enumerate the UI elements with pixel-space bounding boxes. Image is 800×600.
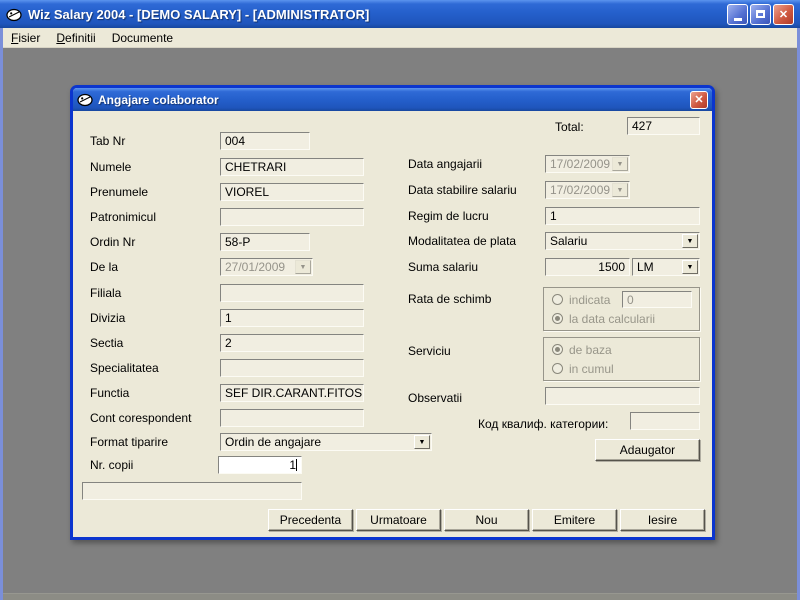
- cod-calificare-label: Код квалиф. категории:: [478, 417, 608, 431]
- data-angajarii-label: Data angajarii: [408, 157, 482, 171]
- filiala-label: Filiala: [90, 286, 121, 300]
- menu-definitii[interactable]: Definitii: [48, 29, 103, 47]
- dialog-icon: [77, 92, 93, 107]
- functia-label: Functia: [90, 386, 129, 400]
- iesire-button[interactable]: Iesire: [620, 509, 705, 531]
- window-titlebar: Wiz Salary 2004 - [DEMO SALARY] - [ADMIN…: [0, 0, 800, 28]
- observatii-field[interactable]: [545, 387, 700, 405]
- suma-salariu-field[interactable]: 1500: [545, 258, 630, 276]
- de-la-label: De la: [90, 260, 118, 274]
- prenumele-label: Prenumele: [90, 185, 148, 199]
- modalitate-plata-combobox[interactable]: Salariu ▼: [545, 232, 700, 250]
- emitere-button[interactable]: Emitere: [532, 509, 617, 531]
- in-cumul-radio-label: in cumul: [569, 362, 614, 376]
- specialitatea-label: Specialitatea: [90, 361, 159, 375]
- de-baza-radio: [552, 344, 563, 355]
- patronimicul-label: Patronimicul: [90, 210, 156, 224]
- dialog-close-icon: ✕: [694, 94, 703, 106]
- numele-label: Numele: [90, 160, 131, 174]
- numele-field[interactable]: CHETRARI: [220, 158, 364, 176]
- modalitate-plata-label: Modalitatea de plata: [408, 234, 516, 248]
- status-strip: [3, 593, 797, 600]
- filiala-field[interactable]: [220, 284, 364, 302]
- la-data-calcularii-radio: [552, 313, 563, 324]
- modalitate-plata-dropdown-icon[interactable]: ▼: [682, 234, 698, 248]
- indicata-value-field: 0: [622, 291, 692, 308]
- indicata-radio: [552, 294, 563, 305]
- data-stabilire-dropdown-icon: ▼: [612, 183, 628, 197]
- de-la-datepicker: 27/01/2009 ▼: [220, 258, 313, 276]
- patronimicul-field[interactable]: [220, 208, 364, 226]
- suma-salariu-label: Suma salariu: [408, 260, 478, 274]
- de-la-dropdown-icon: ▼: [295, 260, 311, 274]
- data-stabilire-label: Data stabilire salariu: [408, 183, 517, 197]
- prenumele-field[interactable]: VIOREL: [220, 183, 364, 201]
- serviciu-group: de baza in cumul: [543, 337, 700, 381]
- data-angajarii-dropdown-icon: ▼: [612, 157, 628, 171]
- menu-fisier[interactable]: Fisier: [3, 29, 48, 47]
- menu-bar: Fisier Definitii Documente: [3, 28, 797, 48]
- format-tiparire-label: Format tiparire: [90, 435, 168, 449]
- note-field: [82, 482, 302, 500]
- urmatoare-button[interactable]: Urmatoare: [356, 509, 441, 531]
- serviciu-label: Serviciu: [408, 344, 451, 358]
- regim-lucru-label: Regim de lucru: [408, 209, 489, 223]
- window-title: Wiz Salary 2004 - [DEMO SALARY] - [ADMIN…: [28, 7, 721, 22]
- format-tiparire-combobox[interactable]: Ordin de angajare ▼: [220, 433, 432, 451]
- rata-schimb-group: indicata 0 la data calcularii: [543, 287, 700, 331]
- cont-corespondent-label: Cont corespondent: [90, 411, 191, 425]
- tab-nr-label: Tab Nr: [90, 134, 125, 148]
- currency-dropdown-icon[interactable]: ▼: [682, 260, 698, 274]
- total-label: Total:: [555, 120, 584, 134]
- text-caret: [296, 459, 297, 471]
- specialitatea-field[interactable]: [220, 359, 364, 377]
- in-cumul-radio: [552, 363, 563, 374]
- sectia-label: Sectia: [90, 336, 123, 350]
- dialog-angajare-colaborator: Angajare colaborator ✕ Total: 427 Tab Nr…: [70, 85, 715, 540]
- cod-calificare-field[interactable]: [630, 412, 700, 430]
- total-field: 427: [627, 117, 700, 135]
- adaugator-button[interactable]: Adaugator: [595, 439, 700, 461]
- app-icon: [6, 7, 22, 22]
- minimize-icon: [734, 18, 742, 21]
- ordin-nr-field[interactable]: 58-P: [220, 233, 310, 251]
- dialog-titlebar: Angajare colaborator ✕: [73, 88, 712, 111]
- data-stabilire-datepicker: 17/02/2009 ▼: [545, 181, 630, 199]
- precedenta-button[interactable]: Precedenta: [268, 509, 353, 531]
- divizia-label: Divizia: [90, 311, 125, 325]
- cont-corespondent-field[interactable]: [220, 409, 364, 427]
- app-window: { "window": { "title": "Wiz Salary 2004 …: [0, 0, 800, 600]
- ordin-nr-label: Ordin Nr: [90, 235, 135, 249]
- dialog-title: Angajare colaborator: [98, 93, 685, 107]
- maximize-button[interactable]: [750, 4, 771, 25]
- maximize-icon: [756, 10, 765, 18]
- divizia-field[interactable]: 1: [220, 309, 364, 327]
- minimize-button[interactable]: [727, 4, 748, 25]
- nr-copii-field[interactable]: 1: [218, 456, 302, 474]
- nou-button[interactable]: Nou: [444, 509, 529, 531]
- de-baza-radio-label: de baza: [569, 343, 612, 357]
- menu-documente[interactable]: Documente: [104, 29, 181, 47]
- indicata-radio-label: indicata: [569, 293, 610, 307]
- observatii-label: Observatii: [408, 391, 462, 405]
- close-icon: ✕: [779, 8, 788, 21]
- close-button[interactable]: ✕: [773, 4, 794, 25]
- tab-nr-field[interactable]: 004: [220, 132, 310, 150]
- data-angajarii-datepicker: 17/02/2009 ▼: [545, 155, 630, 173]
- functia-field[interactable]: SEF DIR.CARANT.FITOS: [220, 384, 364, 402]
- sectia-field[interactable]: 2: [220, 334, 364, 352]
- la-data-calcularii-radio-label: la data calcularii: [569, 312, 655, 326]
- format-tiparire-dropdown-icon[interactable]: ▼: [414, 435, 430, 449]
- currency-combobox[interactable]: LM ▼: [632, 258, 700, 276]
- nr-copii-label: Nr. copii: [90, 458, 133, 472]
- regim-lucru-field[interactable]: 1: [545, 207, 700, 225]
- rata-schimb-label: Rata de schimb: [408, 292, 491, 306]
- dialog-close-button[interactable]: ✕: [690, 91, 708, 109]
